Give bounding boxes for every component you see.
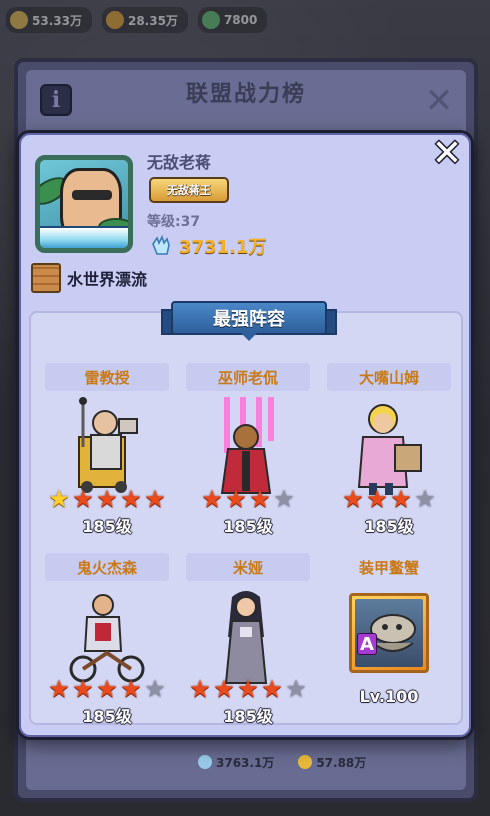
- hero-card-1[interactable]: 雷教授 ★ ★ ★ ★ ★ 185级: [45, 363, 169, 543]
- star-icon: ★: [261, 675, 283, 703]
- wave-decoration: [40, 226, 128, 248]
- back-close-icon[interactable]: ✕: [422, 84, 456, 118]
- player-power: 3731.1万: [149, 233, 266, 259]
- resource-gem-value: 7800: [223, 13, 258, 27]
- star-icon: ★: [237, 675, 259, 703]
- player-name: 无敌老蒋: [147, 153, 212, 172]
- hero-level: 185级: [364, 517, 414, 536]
- hero-sprite-mia: [224, 591, 268, 684]
- resource-bar: 53.33万 28.35万 7800: [0, 0, 490, 40]
- gem-icon: [201, 11, 220, 29]
- star-icon: ★: [273, 485, 295, 513]
- star-icon: ★: [201, 485, 223, 513]
- star-icon: ★: [285, 675, 307, 703]
- hero-stars: ★ ★ ★ ★: [329, 487, 449, 511]
- alliance-flag-icon: [31, 263, 61, 293]
- avatar-brow: [72, 190, 112, 200]
- pet-card[interactable]: 装甲鳌蟹 A Lv.100: [327, 553, 451, 733]
- star-icon: ★: [213, 675, 235, 703]
- fist-icon: [149, 234, 173, 258]
- hero-sprite-jason: [69, 594, 145, 683]
- star-icon: ★: [48, 485, 70, 513]
- resource-coin: 53.33万: [6, 7, 92, 33]
- hero-name: 巫师老侃: [186, 363, 310, 391]
- hero-level: 185级: [223, 707, 273, 726]
- banner-tip: [241, 333, 257, 341]
- hero-card-2[interactable]: 巫师老侃 ★ ★ ★ ★ 185级: [186, 363, 310, 543]
- hero-level: 185级: [223, 517, 273, 536]
- hero-stars: ★ ★ ★ ★ ★: [47, 487, 167, 511]
- medal-icon: [298, 755, 313, 769]
- hero-level: 185级: [82, 517, 132, 536]
- resource-coin-value: 53.33万: [32, 13, 82, 28]
- star-icon: ★: [96, 675, 118, 703]
- footer-score: 57.88万: [298, 754, 366, 771]
- resource-gold: 28.35万: [101, 7, 188, 33]
- lineup-panel: 最强阵容 雷教授 ★ ★ ★ ★ ★ 185级 巫师老侃 ★ ★ ★ ★ 185…: [29, 301, 463, 726]
- star-icon: ★: [342, 485, 364, 513]
- resource-gold-value: 28.35万: [127, 13, 178, 28]
- player-avatar: [29, 151, 141, 263]
- hero-name: 鬼火杰森: [45, 553, 169, 581]
- hero-level: 185级: [82, 707, 132, 726]
- pet-name: 装甲鳌蟹: [358, 558, 419, 577]
- star-icon: ★: [48, 675, 70, 703]
- hero-sprite-sam: [357, 404, 422, 495]
- lineup-banner-label: 最强阵容: [171, 301, 327, 335]
- star-icon: ★: [366, 485, 388, 513]
- star-icon: ★: [144, 675, 166, 703]
- hero-stars: ★ ★ ★ ★ ★: [47, 677, 167, 701]
- hero-card-3[interactable]: 大嘴山姆 ★ ★ ★ ★ 185级: [327, 363, 451, 543]
- title-badge: 无敌蒋王: [149, 177, 229, 203]
- star-icon: ★: [225, 485, 247, 513]
- pet-image: A: [355, 599, 423, 667]
- hero-stars: ★ ★ ★ ★ ★: [188, 677, 308, 701]
- pet-portrait: A: [349, 593, 429, 673]
- footer-power-value: 3763.1万: [216, 755, 275, 770]
- hero-card-5[interactable]: 米娅 ★ ★ ★ ★ ★ 185级: [186, 553, 310, 733]
- hero-sprite-professor: [78, 397, 138, 493]
- star-icon: ★: [72, 675, 94, 703]
- player-info-popup: ✕ 无敌老蒋 无敌蒋王 等级:37 3731.1万 水世界漂流 最强阵容 雷教授…: [16, 130, 474, 740]
- star-icon: ★: [96, 485, 118, 513]
- hero-name: 大嘴山姆: [327, 363, 451, 391]
- hero-sprite-wizard: [220, 397, 274, 494]
- star-icon: ★: [120, 675, 142, 703]
- star-icon: ★: [390, 485, 412, 513]
- alliance-info: 水世界漂流: [31, 263, 147, 293]
- star-icon: ★: [120, 485, 142, 513]
- hero-stars: ★ ★ ★ ★: [188, 487, 308, 511]
- player-level: 等级:37: [147, 214, 201, 230]
- gold-icon: [105, 11, 124, 29]
- resource-gem: 7800: [197, 7, 268, 33]
- hero-card-4[interactable]: 鬼火杰森 ★ ★ ★ ★ ★ 185级: [45, 553, 169, 733]
- lineup-banner: 最强阵容: [161, 301, 337, 341]
- pet-grade-badge: A: [357, 633, 377, 655]
- hero-name: 米娅: [186, 553, 310, 581]
- star-icon: ★: [189, 675, 211, 703]
- footer-power: 3763.1万: [198, 754, 274, 771]
- fist-icon: [198, 755, 212, 769]
- star-icon: ★: [249, 485, 271, 513]
- close-icon[interactable]: ✕: [429, 136, 465, 173]
- star-icon: ★: [414, 485, 436, 513]
- alliance-name: 水世界漂流: [67, 270, 148, 289]
- pet-level: Lv.100: [359, 687, 419, 706]
- avatar-frame: [35, 155, 133, 253]
- power-value: 3731.1万: [179, 237, 267, 258]
- star-icon: ★: [72, 485, 94, 513]
- alliance-ranking-title: 联盟战力榜: [185, 82, 306, 107]
- footer-score-value: 57.88万: [316, 755, 367, 770]
- info-button[interactable]: i: [40, 84, 72, 116]
- star-icon: ★: [144, 485, 166, 513]
- ranking-row-footer: 3763.1万 57.88万: [58, 742, 458, 782]
- hero-name: 雷教授: [45, 363, 169, 391]
- coin-icon: [10, 11, 28, 29]
